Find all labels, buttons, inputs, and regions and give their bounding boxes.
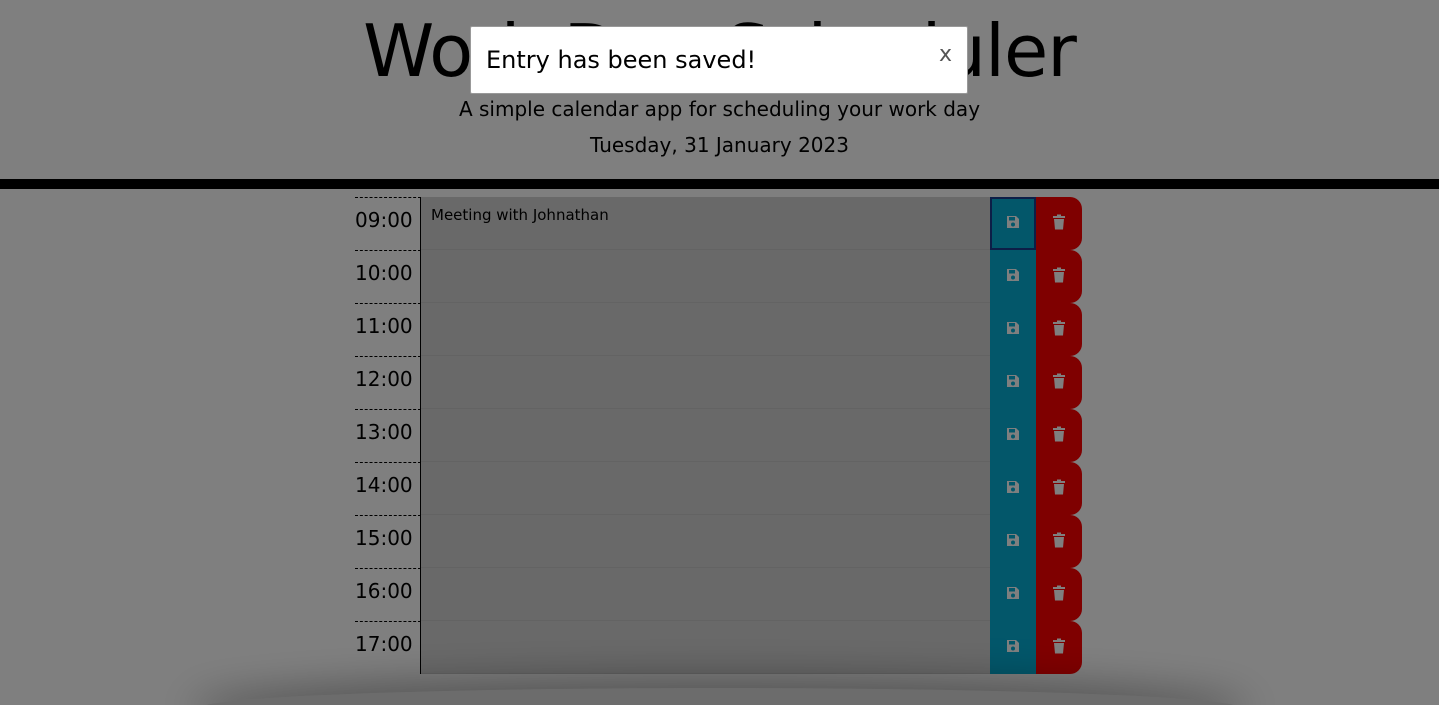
modal-message: Entry has been saved! xyxy=(486,46,757,74)
modal-close-button[interactable]: x xyxy=(939,41,952,69)
modal-overlay[interactable] xyxy=(0,0,1439,705)
saved-modal: Entry has been saved! x xyxy=(470,26,968,94)
